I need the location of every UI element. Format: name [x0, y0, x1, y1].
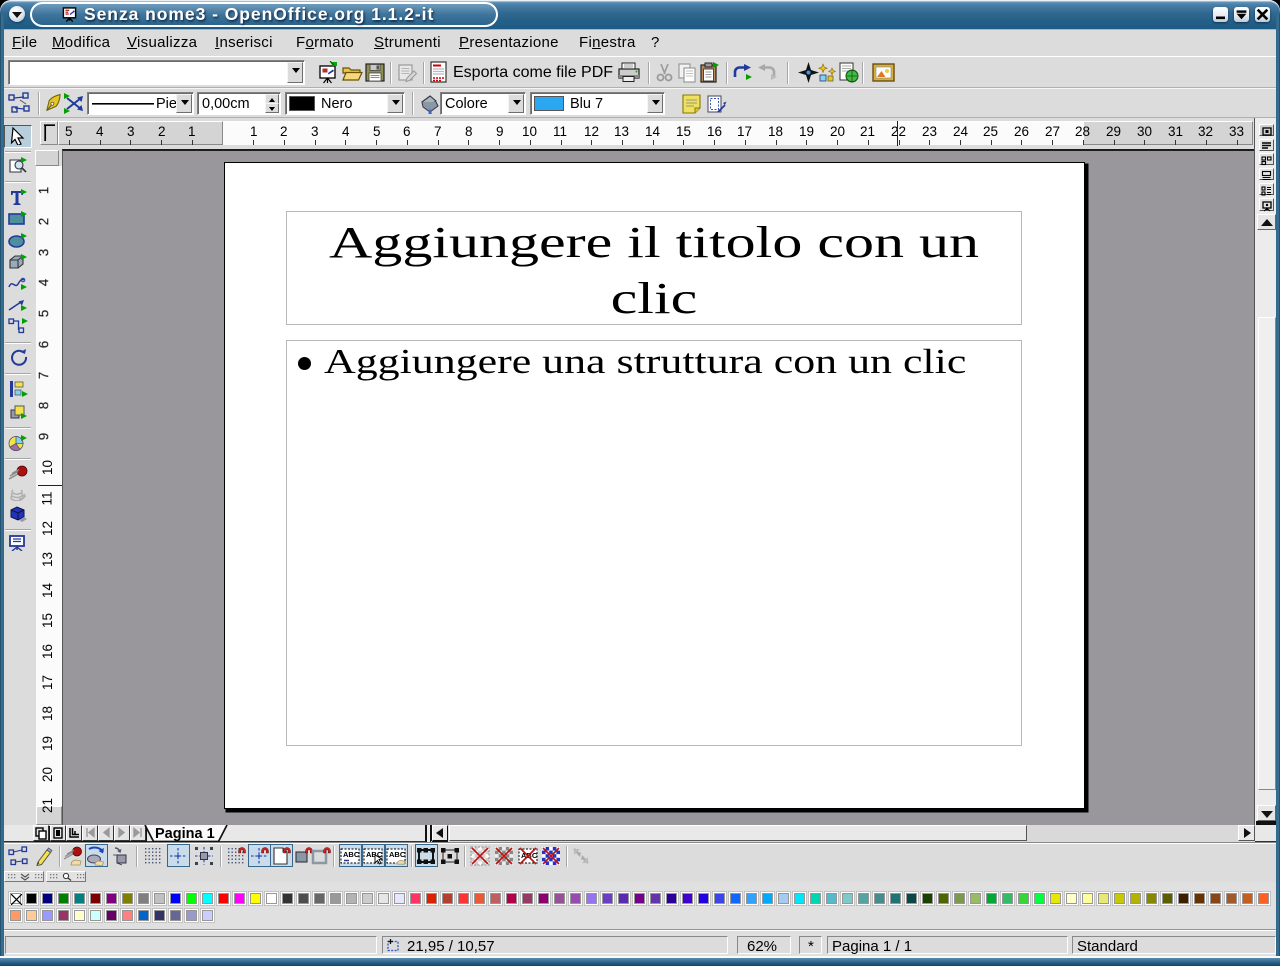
svg-text:ABC: ABC [389, 850, 406, 859]
svg-text:ABC: ABC [343, 850, 360, 859]
